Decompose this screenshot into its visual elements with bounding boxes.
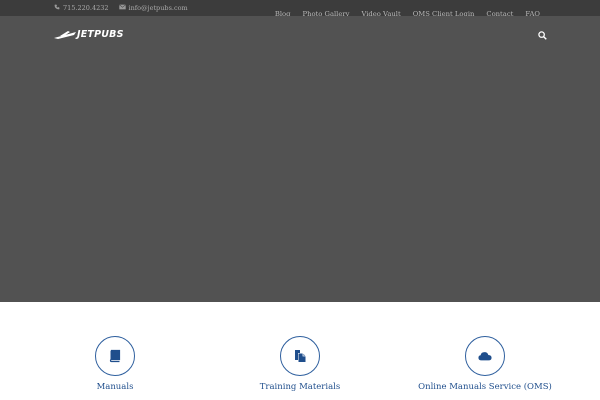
phone-number[interactable]: 715.220.4232 [63, 4, 109, 12]
features-section: Manuals Training Materials Online Manual… [0, 302, 600, 400]
feature-label: Online Manuals Service (OMS) [418, 382, 552, 392]
jet-wing-icon [54, 30, 76, 39]
logo-text: JETPUBS [77, 29, 124, 40]
top-bar: 715.220.4232 info@jetpubs.com Blog Photo… [0, 0, 600, 18]
email-link[interactable]: info@jetpubs.com [129, 4, 188, 12]
phone-icon [54, 4, 60, 12]
feature-icon-circle [95, 336, 135, 376]
site-logo[interactable]: JETPUBS [54, 29, 124, 40]
envelope-icon [118, 4, 126, 12]
feature-icon-circle [280, 336, 320, 376]
search-icon[interactable] [538, 31, 547, 40]
feature-icon-circle [465, 336, 505, 376]
hero-banner [0, 16, 600, 302]
feature-label: Manuals [96, 382, 134, 392]
documents-icon [295, 350, 306, 362]
cloud-icon [478, 352, 492, 361]
book-icon [109, 349, 121, 363]
feature-manuals[interactable]: Manuals [35, 336, 195, 392]
feature-online-manuals-service[interactable]: Online Manuals Service (OMS) [405, 336, 565, 392]
feature-training-materials[interactable]: Training Materials [220, 336, 380, 392]
feature-label: Training Materials [259, 382, 341, 392]
contact-info: 715.220.4232 info@jetpubs.com [54, 4, 188, 12]
